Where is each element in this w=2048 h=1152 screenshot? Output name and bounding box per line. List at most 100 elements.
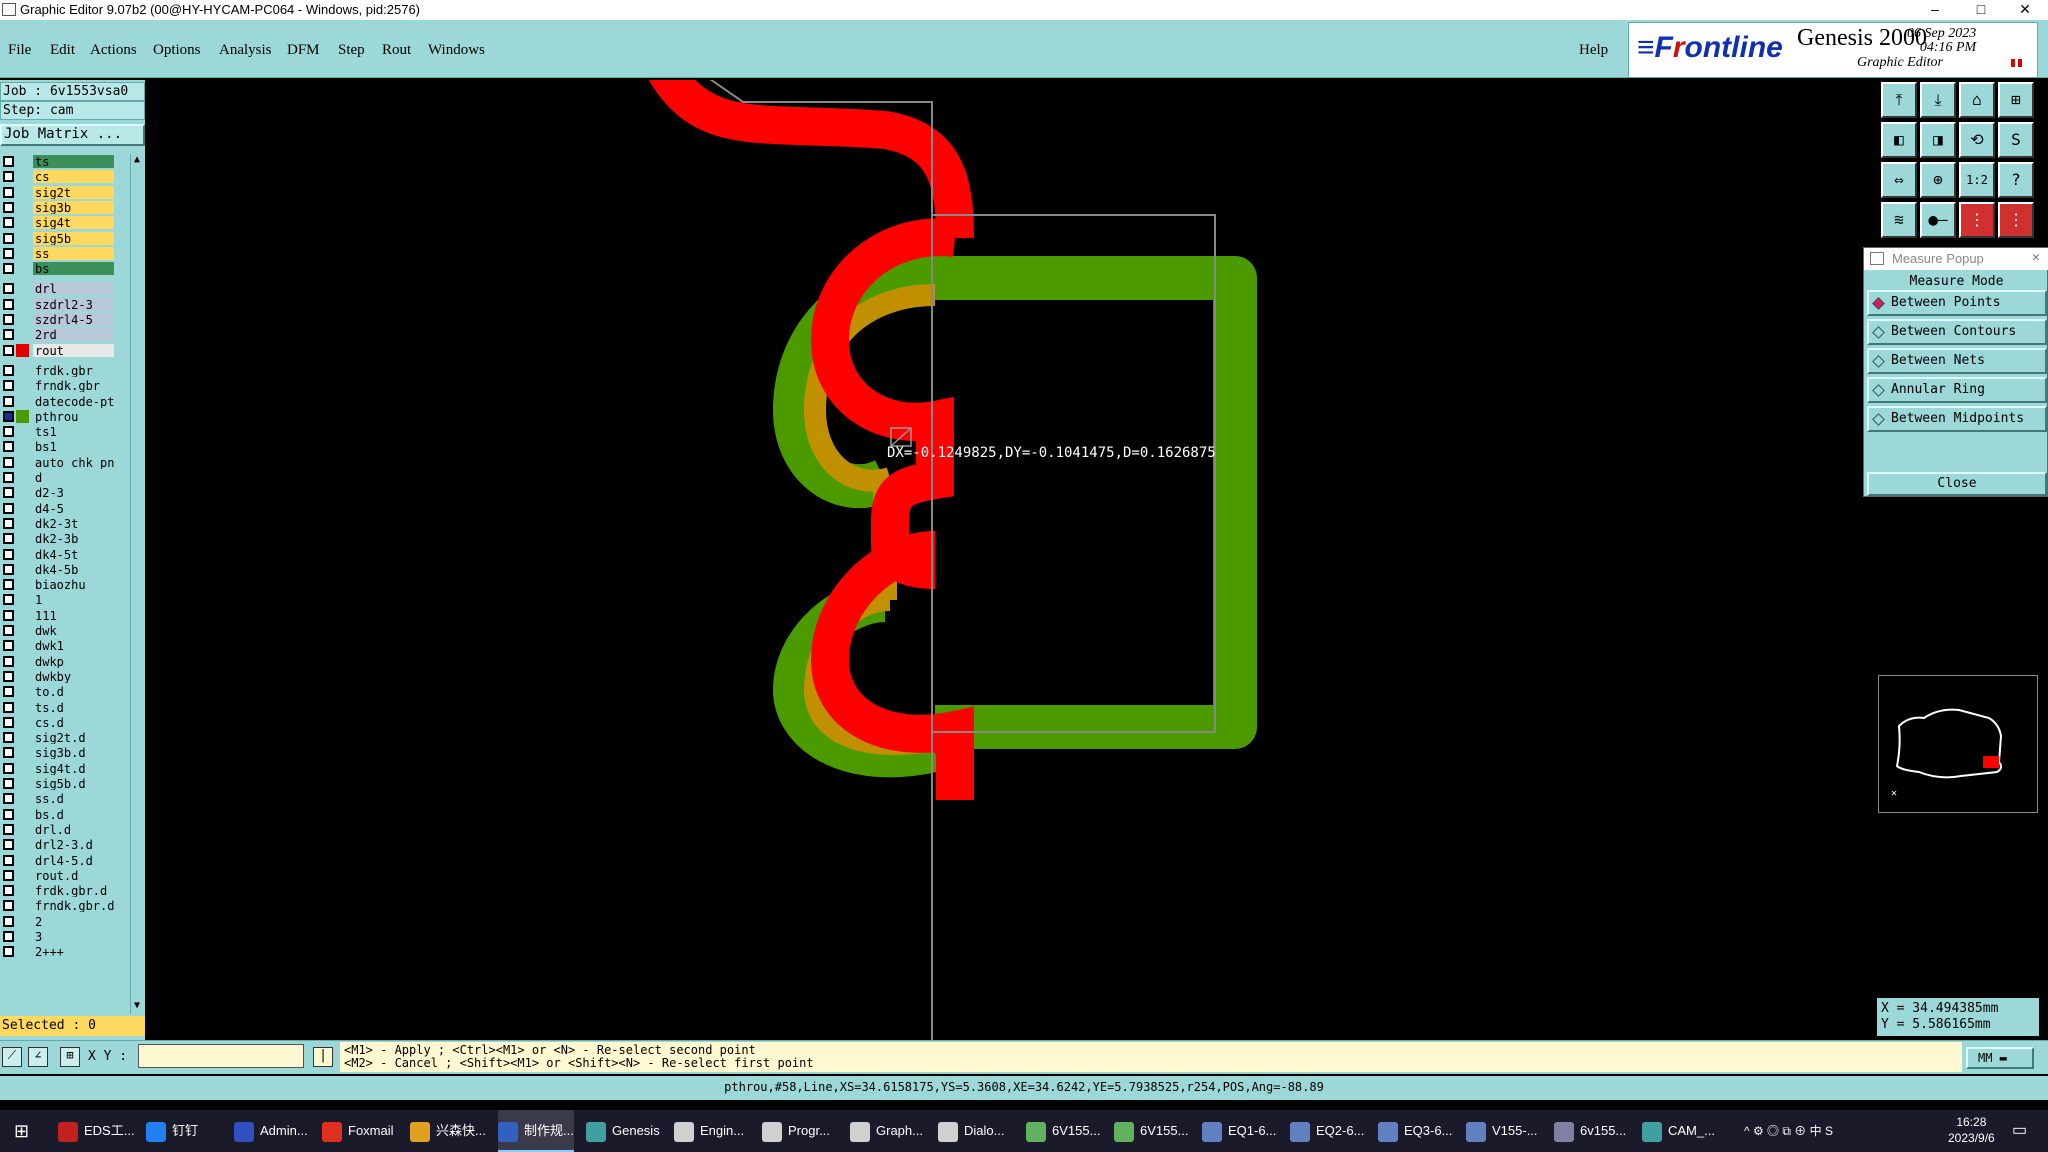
layer-checkbox[interactable] xyxy=(3,609,14,621)
layer-color-swatch[interactable] xyxy=(16,869,29,882)
layer-name[interactable]: frdk.gbr xyxy=(32,362,115,378)
layer-color-swatch[interactable] xyxy=(16,343,29,357)
layer-checkbox[interactable] xyxy=(3,472,14,483)
layer-name[interactable]: sig2t xyxy=(32,184,115,200)
layer-row[interactable]: frdk.gbr xyxy=(0,362,117,378)
layer-name[interactable]: bs1 xyxy=(32,439,115,455)
layer-checkbox[interactable] xyxy=(3,329,14,341)
layer-row[interactable]: biaozhu xyxy=(0,577,117,593)
layer-checkbox[interactable] xyxy=(3,808,14,820)
layer-row[interactable]: sig4t.d xyxy=(0,760,117,776)
layer-row[interactable]: frdk.gbr.d xyxy=(0,883,117,899)
menu-help[interactable]: Help xyxy=(1579,42,1608,59)
layer-color-swatch[interactable] xyxy=(16,170,29,183)
layer-checkbox[interactable] xyxy=(3,915,14,927)
layer-row[interactable]: rout xyxy=(0,342,117,358)
grid-tool-icon[interactable]: ⊞ xyxy=(60,1047,80,1067)
layer-color-swatch[interactable] xyxy=(16,655,29,668)
measure-close-button[interactable]: Close xyxy=(1867,472,2047,496)
taskbar-item[interactable]: V155-... xyxy=(1466,1110,1538,1152)
layer-row[interactable]: 2+++ xyxy=(0,944,117,960)
layer-checkbox[interactable] xyxy=(3,854,14,866)
line-tool-icon[interactable]: ⟋ xyxy=(2,1047,22,1067)
layer-color-swatch[interactable] xyxy=(16,670,29,683)
layer-name[interactable]: dwkby xyxy=(32,668,115,684)
layer-checkbox[interactable] xyxy=(3,232,14,244)
layer-name[interactable]: to.d xyxy=(32,684,115,700)
layer-name[interactable]: bs xyxy=(32,261,115,277)
notification-icon[interactable]: ▭ xyxy=(2012,1110,2027,1152)
system-tray[interactable]: ^ ⚙ ◎ ⧉ ⊕ 中 S xyxy=(1744,1110,1833,1152)
layer-name[interactable]: datecode-ptc xyxy=(32,393,115,409)
layer-color-swatch[interactable] xyxy=(16,823,29,836)
units-dropdown[interactable]: MM ▬ xyxy=(1966,1047,2034,1069)
layer-name[interactable]: dk4-5b xyxy=(32,561,115,577)
menu-analysis[interactable]: Analysis xyxy=(219,42,272,59)
snap-icon[interactable]: S xyxy=(1998,122,2034,158)
layer-name[interactable]: d2-3 xyxy=(32,485,115,501)
layer-row[interactable]: sig3b.d xyxy=(0,745,117,761)
taskbar-item[interactable]: 6V155... xyxy=(1026,1110,1100,1152)
layer-checkbox[interactable] xyxy=(3,563,14,575)
layer-name[interactable]: 2 xyxy=(32,913,115,929)
popup-close-icon[interactable]: ✕ xyxy=(2032,250,2040,265)
layer-row[interactable]: d xyxy=(0,470,117,485)
layer-name[interactable]: drl xyxy=(32,281,115,297)
menu-options[interactable]: Options xyxy=(153,42,201,59)
layer-row[interactable]: d2-3 xyxy=(0,485,117,501)
layer-color-swatch[interactable] xyxy=(16,701,29,714)
layer-checkbox[interactable] xyxy=(3,156,14,167)
angle-tool-icon[interactable]: ∠ xyxy=(28,1047,48,1067)
layer-row[interactable]: sig5b.d xyxy=(0,776,117,791)
layer-row[interactable]: dwk1 xyxy=(0,638,117,654)
layer-row[interactable]: bs1 xyxy=(0,439,117,455)
taskbar-item[interactable]: 钉钉 xyxy=(146,1110,198,1152)
layer-name[interactable]: pthrou xyxy=(32,408,115,424)
layer-color-swatch[interactable] xyxy=(16,186,29,199)
layer-color-swatch[interactable] xyxy=(16,201,29,214)
layers-red-icon[interactable]: ⋮ xyxy=(1959,202,1995,238)
layer-color-swatch[interactable] xyxy=(16,685,29,698)
layer-row[interactable]: 2rd xyxy=(0,327,117,343)
layer-color-swatch[interactable] xyxy=(16,563,29,576)
layer-row[interactable]: ss xyxy=(0,245,117,261)
menu-file[interactable]: File xyxy=(8,42,31,59)
layer-checkbox[interactable] xyxy=(3,625,14,636)
taskbar-item[interactable]: Foxmail xyxy=(322,1110,394,1152)
layer-name[interactable]: 2+++ xyxy=(32,944,115,960)
taskbar-item[interactable]: Progr... xyxy=(762,1110,830,1152)
layer-color-swatch[interactable] xyxy=(16,298,29,311)
layer-checkbox[interactable] xyxy=(3,533,14,545)
layer-name[interactable]: biaozhu xyxy=(32,577,115,593)
layer-color-swatch[interactable] xyxy=(16,247,29,260)
option-annular-ring[interactable]: Annular Ring xyxy=(1867,377,2047,403)
layer-color-swatch[interactable] xyxy=(16,364,29,377)
close-window-button[interactable]: ✕ xyxy=(2002,0,2048,20)
layer-name[interactable]: dk2-3t xyxy=(32,515,115,531)
layer-row[interactable]: ts1 xyxy=(0,424,117,440)
layer-name[interactable]: drl2-3.d xyxy=(32,837,115,853)
layer-name[interactable]: ss.d xyxy=(32,791,115,807)
layer-row[interactable]: frndk.gbr xyxy=(0,378,117,394)
layer-checkbox[interactable] xyxy=(3,655,14,667)
layer-checkbox[interactable] xyxy=(3,395,14,407)
layer-name[interactable]: dwkp xyxy=(32,653,115,669)
taskbar-item[interactable]: EDS工... xyxy=(58,1110,135,1152)
layer-name[interactable]: d xyxy=(32,470,115,485)
layer-checkbox[interactable] xyxy=(3,732,14,744)
layer-checkbox[interactable] xyxy=(3,670,14,682)
pcb-drawing[interactable] xyxy=(145,80,1877,1040)
layer-color-swatch[interactable] xyxy=(16,838,29,851)
filter-icon[interactable]: ≋ xyxy=(1881,202,1917,238)
layer-row[interactable]: dwkby xyxy=(0,668,117,684)
layer-name[interactable]: cs.d xyxy=(32,714,115,730)
layer-name[interactable]: ts.d xyxy=(32,699,115,715)
layer-color-swatch[interactable] xyxy=(16,379,29,392)
job-matrix-button[interactable]: Job Matrix ... xyxy=(0,124,145,146)
layer-checkbox[interactable] xyxy=(3,701,14,713)
layer-checkbox[interactable] xyxy=(3,900,14,912)
layer-name[interactable]: ss xyxy=(32,245,115,261)
taskbar-item[interactable]: 制作规... xyxy=(498,1110,574,1152)
fit-icon[interactable]: ⇔ xyxy=(1881,162,1917,198)
layer-color-swatch[interactable] xyxy=(16,471,29,484)
